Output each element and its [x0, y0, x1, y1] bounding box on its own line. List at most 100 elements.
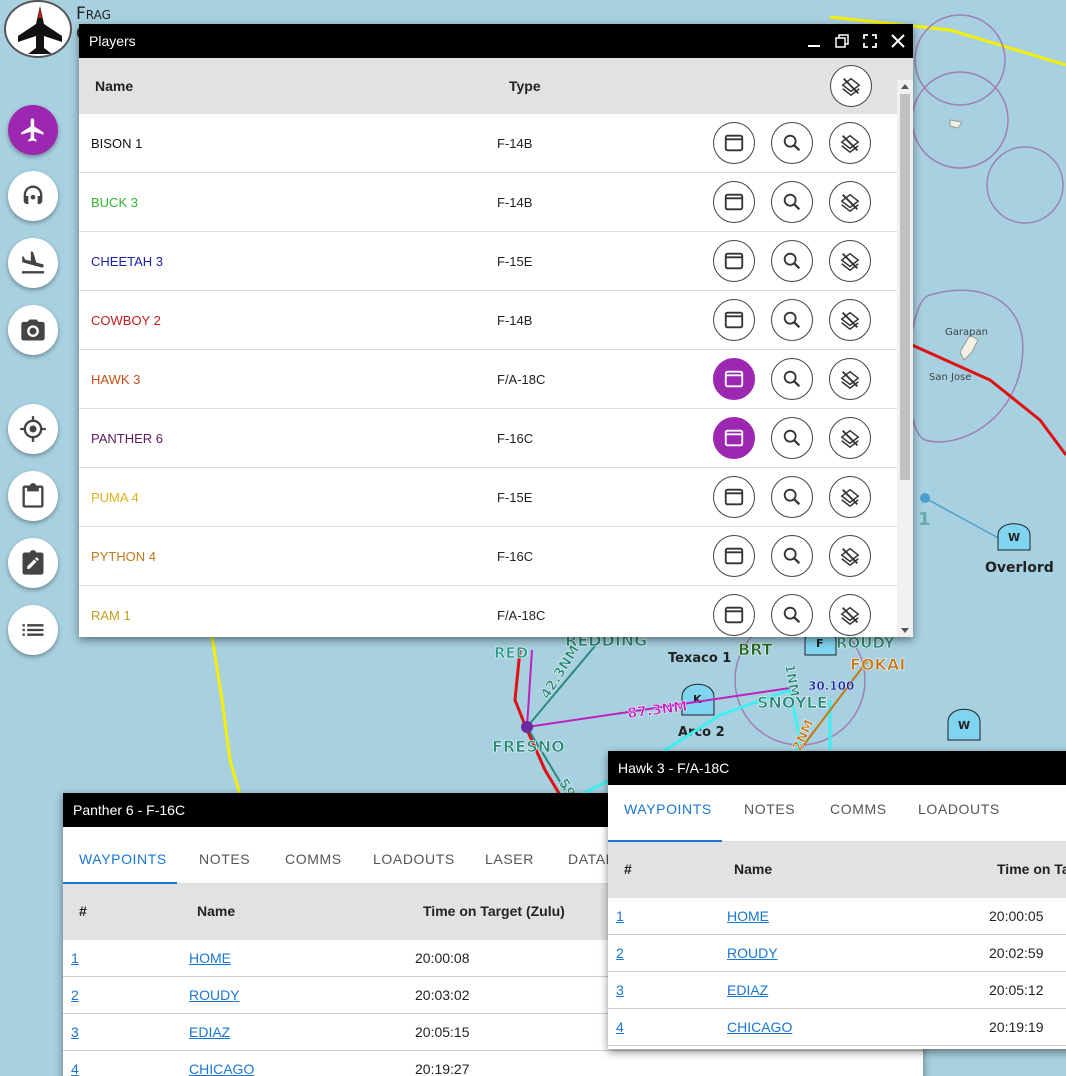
layers-off-icon	[839, 427, 861, 449]
scroll-thumb[interactable]	[900, 94, 910, 480]
toggle-visibility-button[interactable]	[829, 594, 871, 636]
tab-laser[interactable]: LASER	[485, 851, 534, 881]
locate-button[interactable]	[771, 240, 813, 282]
type-column-header: Type	[509, 78, 541, 94]
locate-button[interactable]	[771, 358, 813, 400]
open-window-button[interactable]	[713, 122, 755, 164]
player-name: COWBOY 2	[91, 312, 161, 328]
toggle-visibility-button[interactable]	[829, 299, 871, 341]
scroll-up-arrow[interactable]	[901, 84, 909, 89]
open-window-button[interactable]	[713, 181, 755, 223]
waypoint-name-link[interactable]: HOME	[189, 950, 231, 966]
list-rail-button[interactable]	[8, 605, 58, 655]
edit-note-rail-button[interactable]	[8, 538, 58, 588]
toggle-visibility-button[interactable]	[829, 535, 871, 577]
waypoint-name-link[interactable]: ROUDY	[727, 945, 778, 961]
toggle-visibility-button[interactable]	[829, 476, 871, 518]
target-icon	[20, 416, 46, 442]
players-scrollbar[interactable]	[897, 80, 913, 637]
toggle-visibility-button[interactable]	[829, 122, 871, 164]
waypoint-number-link[interactable]: 4	[71, 1061, 79, 1076]
layers-off-icon	[839, 604, 861, 626]
locate-button[interactable]	[771, 535, 813, 577]
comms-rail-button[interactable]	[8, 171, 58, 221]
tab-waypoints[interactable]: WAYPOINTS	[79, 851, 167, 881]
player-name: RAM 1	[91, 607, 131, 623]
hide-all-button[interactable]	[830, 65, 872, 107]
player-type: F-14B	[497, 194, 533, 210]
waypoint-name-link[interactable]: ROUDY	[189, 987, 240, 1003]
landing-rail-button[interactable]	[8, 238, 58, 288]
tanker-w-label: W	[958, 719, 970, 732]
player-type: F-15E	[497, 253, 533, 269]
locate-button[interactable]	[771, 299, 813, 341]
clipboard-icon	[22, 483, 44, 508]
airplane-icon	[21, 118, 44, 142]
num-column-header: #	[624, 861, 632, 877]
waypoint-number-link[interactable]: 3	[616, 982, 624, 998]
open-window-button[interactable]	[713, 358, 755, 400]
waypoint-number-link[interactable]: 1	[616, 908, 624, 924]
locate-button[interactable]	[771, 417, 813, 459]
waypoint-name-link[interactable]: EDIAZ	[727, 982, 768, 998]
f-marker-label: F	[816, 637, 824, 650]
layers-off-icon	[839, 545, 861, 567]
waypoint-number-link[interactable]: 2	[71, 987, 79, 1003]
minimize-icon[interactable]	[805, 32, 823, 50]
waypoint-name-link[interactable]: CHICAGO	[727, 1019, 792, 1035]
open-window-button[interactable]	[713, 594, 755, 636]
open-window-button[interactable]	[713, 240, 755, 282]
open-window-button[interactable]	[713, 417, 755, 459]
waypoint-name-link[interactable]: HOME	[727, 908, 769, 924]
tab-notes[interactable]: NOTES	[744, 801, 795, 831]
fresno-label: FRESNO	[492, 737, 565, 756]
locate-button[interactable]	[771, 476, 813, 518]
waypoint-dot	[920, 493, 930, 503]
toggle-visibility-button[interactable]	[829, 181, 871, 223]
waypoint-number-link[interactable]: 3	[71, 1024, 79, 1040]
hawk-window-titlebar[interactable]: Hawk 3 - F/A-18C	[608, 751, 1066, 785]
target-rail-button[interactable]	[8, 404, 58, 454]
num-column-header: #	[79, 903, 87, 919]
close-icon[interactable]	[889, 32, 907, 50]
waypoint-number-link[interactable]: 2	[616, 945, 624, 961]
app-logo[interactable]	[4, 0, 72, 58]
tab-loadouts[interactable]: LOADOUTS	[373, 851, 455, 881]
scroll-down-arrow[interactable]	[901, 628, 909, 633]
clipboard-rail-button[interactable]	[8, 471, 58, 521]
window-icon	[723, 368, 745, 390]
players-rail-button[interactable]	[8, 105, 58, 155]
tab-comms[interactable]: COMMS	[830, 801, 887, 831]
headset-icon	[23, 185, 43, 205]
player-name: PUMA 4	[91, 489, 139, 505]
waypoint-number-link[interactable]: 1	[71, 950, 79, 966]
locate-button[interactable]	[771, 181, 813, 223]
tab-notes[interactable]: NOTES	[199, 851, 250, 881]
waypoint-number-link[interactable]: 4	[616, 1019, 624, 1035]
toggle-visibility-button[interactable]	[829, 240, 871, 282]
window-icon	[723, 191, 745, 213]
waypoint-name-link[interactable]: CHICAGO	[189, 1061, 254, 1076]
hawk-waypoints-body: 1 HOME 20:00:05 2 ROUDY 20:02:59 3 EDIAZ 20:05:1…	[608, 898, 1066, 1046]
name-column-header: Name	[734, 861, 773, 877]
toggle-visibility-button[interactable]	[829, 417, 871, 459]
landing-icon	[21, 251, 45, 274]
player-type: F-16C	[497, 430, 534, 446]
fullscreen-icon[interactable]	[861, 32, 879, 50]
waypoint-row: 4 CHICAGO 20:19:19	[608, 1009, 1066, 1046]
open-window-button[interactable]	[713, 535, 755, 577]
locate-button[interactable]	[771, 122, 813, 164]
players-window-titlebar[interactable]: Players	[79, 24, 913, 58]
waypoint-row: 4 CHICAGO 20:19:27	[63, 1051, 923, 1076]
tab-comms[interactable]: COMMS	[285, 851, 342, 881]
frequency-label: 30.100	[808, 679, 854, 693]
locate-button[interactable]	[771, 594, 813, 636]
restore-icon[interactable]	[833, 32, 851, 50]
waypoint-name-link[interactable]: EDIAZ	[189, 1024, 230, 1040]
tab-waypoints[interactable]: WAYPOINTS	[624, 801, 712, 831]
open-window-button[interactable]	[713, 299, 755, 341]
open-window-button[interactable]	[713, 476, 755, 518]
tab-loadouts[interactable]: LOADOUTS	[918, 801, 1000, 831]
camera-rail-button[interactable]	[8, 305, 58, 355]
toggle-visibility-button[interactable]	[829, 358, 871, 400]
